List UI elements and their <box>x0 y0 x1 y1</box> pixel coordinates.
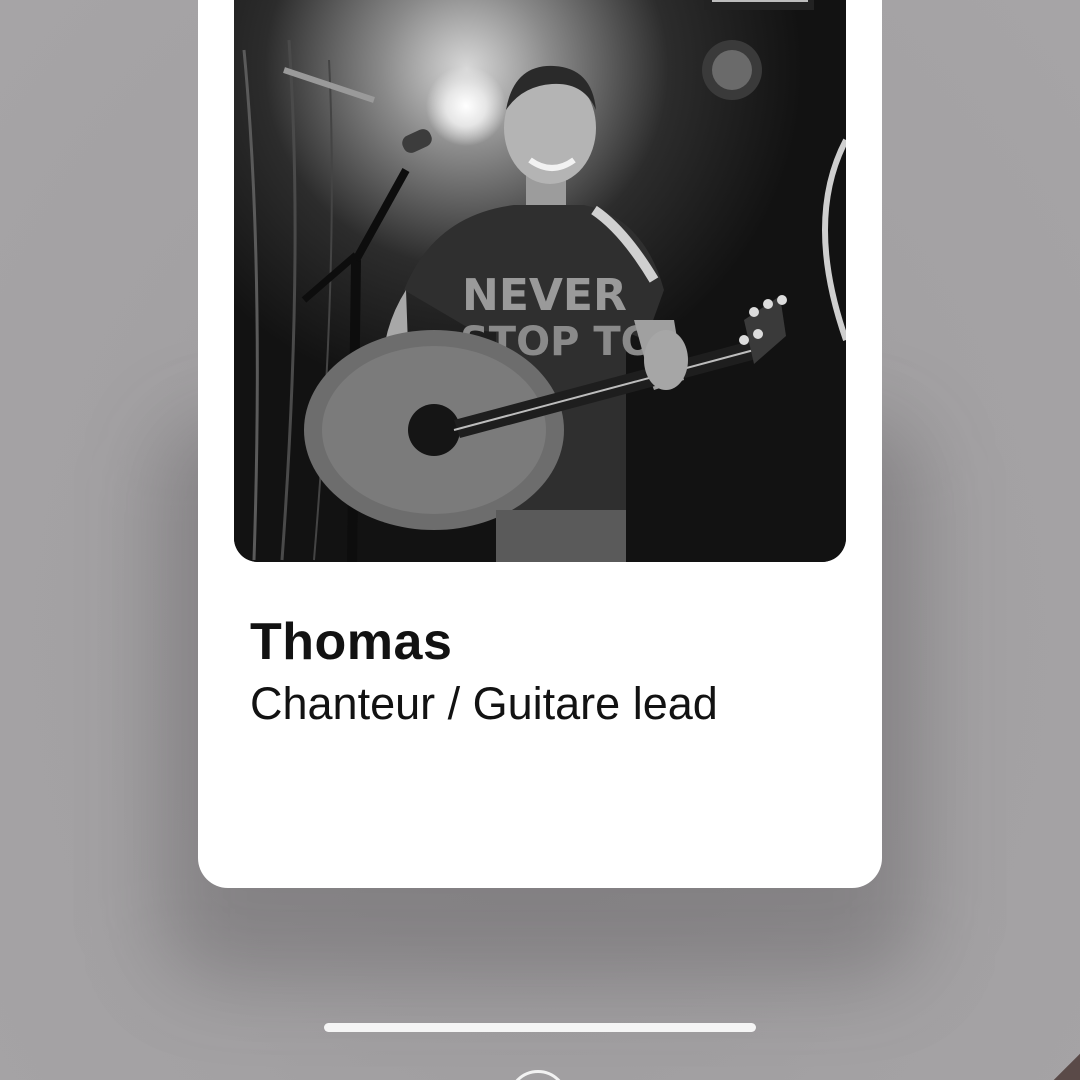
shirt-text-1: NEVER <box>462 270 627 321</box>
member-card[interactable]: NEVER STOP TO Thomas Chanteur / Guitare … <box>198 0 882 888</box>
member-photo: NEVER STOP TO <box>234 0 846 562</box>
member-photo-illustration: NEVER STOP TO <box>234 0 846 562</box>
member-name: Thomas <box>250 613 453 671</box>
member-role: Chanteur / Guitare lead <box>250 678 718 729</box>
home-indicator[interactable] <box>324 1023 756 1032</box>
